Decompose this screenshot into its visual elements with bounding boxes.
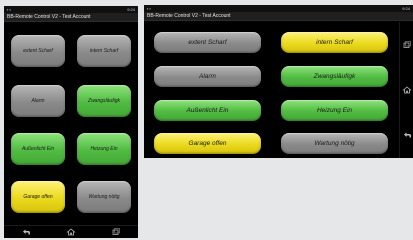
wartung-noetig-button[interactable]: Wartung nötig xyxy=(281,133,388,154)
account-name: Test Account xyxy=(62,14,91,20)
back-icon[interactable] xyxy=(21,227,31,237)
status-time: 9:24 xyxy=(127,7,135,12)
garage-offen-button[interactable]: Garage offen xyxy=(11,181,65,213)
alarm-button[interactable]: Alarm xyxy=(154,66,261,87)
landscape-screenshot: ▪ ▪ 9:24 BB-Remote Control V2 - Test Acc… xyxy=(144,5,413,158)
navigation-bar xyxy=(399,22,413,158)
account-name: Test Account xyxy=(202,13,231,19)
zwangslaeufig-button[interactable]: Zwangsläufigk xyxy=(77,85,131,117)
home-icon[interactable] xyxy=(401,85,412,95)
garage-offen-button[interactable]: Garage offen xyxy=(154,133,261,154)
app-title: BB-Remote Control V2 xyxy=(147,13,198,19)
extent-scharf-button[interactable]: extent Scharf xyxy=(11,35,65,67)
status-time: 9:24 xyxy=(402,6,410,11)
home-icon[interactable] xyxy=(66,227,76,237)
notification-icons: ▪ ▪ xyxy=(147,6,151,11)
extent-scharf-button[interactable]: extent Scharf xyxy=(154,32,261,53)
status-bar: ▪ ▪ 9:24 xyxy=(144,5,413,12)
recent-apps-icon[interactable] xyxy=(111,227,121,237)
portrait-screenshot: ▪ ▪ 9:24 BB-Remote Control V2 - Test Acc… xyxy=(4,6,138,238)
navigation-bar xyxy=(4,225,138,238)
button-grid: extent Scharf intern Scharf Alarm Zwangs… xyxy=(144,22,399,158)
aussenlicht-ein-button[interactable]: Außenlicht Ein xyxy=(154,100,261,121)
wartung-noetig-button[interactable]: Wartung nötig xyxy=(77,181,131,213)
heizung-ein-button[interactable]: Heizung Ein xyxy=(281,100,388,121)
intern-scharf-button[interactable]: intern Scharf xyxy=(281,32,388,53)
alarm-button[interactable]: Alarm xyxy=(11,85,65,117)
recent-apps-icon[interactable] xyxy=(402,40,412,50)
app-title: BB-Remote Control V2 xyxy=(7,14,58,20)
button-grid: extent Scharf intern Scharf Alarm Zwangs… xyxy=(4,23,138,225)
app-title-bar: BB-Remote Control V2 - Test Account xyxy=(4,13,138,22)
notification-icons: ▪ ▪ xyxy=(7,7,11,12)
zwangslaeufig-button[interactable]: Zwangsläufigk xyxy=(281,66,388,87)
back-icon[interactable] xyxy=(402,130,412,140)
status-bar: ▪ ▪ 9:24 xyxy=(4,6,138,13)
app-title-bar: BB-Remote Control V2 - Test Account xyxy=(144,12,413,21)
intern-scharf-button[interactable]: intern Scharf xyxy=(77,35,131,67)
heizung-ein-button[interactable]: Heizung Ein xyxy=(77,133,131,165)
aussenlicht-ein-button[interactable]: Außenlicht Ein xyxy=(11,133,65,165)
